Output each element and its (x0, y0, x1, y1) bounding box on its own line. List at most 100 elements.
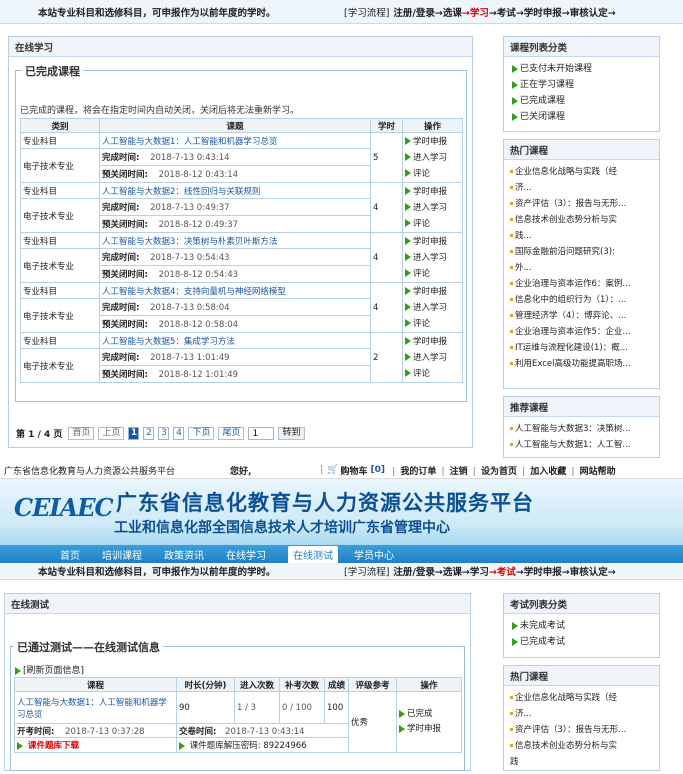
op-0[interactable]: 学时申报 (405, 334, 460, 350)
flow-step[interactable]: →选课 (435, 564, 462, 578)
hot-course-link[interactable]: 外... (510, 260, 653, 276)
category-link[interactable]: 已完成课程 (512, 93, 651, 109)
hot-course-link[interactable]: 国际金融前沿问题研究(3): (510, 244, 653, 260)
op-1[interactable]: 进入学习 (405, 350, 460, 366)
go-button[interactable]: 转到 (278, 427, 305, 440)
flow-step[interactable]: [学习流程] (344, 5, 389, 19)
flow-step[interactable]: →选课 (435, 5, 462, 19)
top-link[interactable]: | 网站帮助 (566, 464, 615, 477)
hot-course-link[interactable]: 资产评估（3）：报告与无形... (510, 722, 653, 738)
op-1[interactable]: 进入学习 (405, 200, 460, 216)
recommended-title: 推荐课程 (504, 397, 659, 417)
hot-course-link[interactable]: 企业信息化战略与实践（经 (510, 690, 653, 706)
op-1[interactable]: 进入学习 (405, 250, 460, 266)
flow-step[interactable]: →学时申报 (516, 5, 562, 19)
hot-course-link[interactable]: IT运维与流程化建设(1)：概... (510, 340, 653, 356)
hot-course-link[interactable]: 济... (510, 180, 653, 196)
hot-course-link[interactable]: 人工智能与大数据3：决策树... (510, 421, 653, 437)
op-0[interactable]: 学时申报 (405, 134, 460, 150)
test-table: 课程 时长(分钟) 进入次数 补考次数 成绩 评级参考 操作 人工智能与大数据1… (14, 677, 462, 753)
nav-item[interactable]: 学员中心 (354, 547, 394, 562)
notice-text-2: 本站专业科目和选修科目，可申报作为以前年度的学时。 (38, 567, 276, 578)
first-page-button[interactable]: 首页 (68, 427, 95, 440)
download-link[interactable]: 课件题库下载 (14, 737, 177, 753)
top-link[interactable]: | 设为首页 (468, 464, 517, 477)
nav-item[interactable]: 培训课程 (102, 547, 142, 562)
hot-course-link[interactable]: 信息技术创业态势分析与实 (510, 738, 653, 754)
op-2[interactable]: 评论 (405, 166, 460, 182)
nav-item[interactable]: 首页 (60, 547, 80, 562)
course-title-link[interactable]: 人工智能与大数据1：人工智能和机器学习总览 (99, 132, 371, 149)
flow-step[interactable]: →审核认定→ (562, 5, 616, 19)
cart-link[interactable]: | 🛒 购物车 [0] (320, 464, 385, 477)
category-link[interactable]: 未完成考试 (512, 618, 651, 634)
flow-step[interactable]: →学习 (462, 5, 489, 19)
op-0[interactable]: 学时申报 (405, 284, 460, 300)
op-2[interactable]: 评论 (405, 216, 460, 232)
hot-course-link[interactable]: 管理经济学（4）：博弈论、... (510, 308, 653, 324)
course-title-link[interactable]: 人工智能与大数据3：决策树与朴素贝叶斯方法 (99, 232, 371, 249)
category-link[interactable]: 已关闭课程 (512, 109, 651, 125)
prev-page-button[interactable]: 上页 (98, 427, 125, 440)
flow-step[interactable]: [学习流程] (344, 564, 389, 578)
flow-step[interactable]: →考试 (489, 564, 516, 578)
hot-course-link[interactable]: 企业治理与资本运作6：案例... (510, 276, 653, 292)
next-page-button[interactable]: 下页 (188, 427, 215, 440)
hot-courses-panel: 热门课程 企业信息化战略与实践（经 济... 资产评估（3）：报告与无形... 信息技… (503, 139, 660, 389)
bullet-icon (510, 362, 513, 365)
hot-course-link[interactable]: 践... (510, 228, 653, 244)
arrow-icon (405, 303, 411, 311)
hot-course-link[interactable]: 企业信息化战略与实践（经 (510, 164, 653, 180)
op-2[interactable]: 评论 (405, 316, 460, 332)
hours-cell: 4 (370, 182, 403, 233)
course-title-link[interactable]: 人工智能与大数据4：支持向量机与神经网络模型 (99, 282, 371, 299)
flow-step[interactable]: →审核认定→ (562, 564, 616, 578)
hot-course-link[interactable]: 人工智能与大数据1：人工智... (510, 437, 653, 453)
flow-step[interactable]: 注册/登录 (393, 564, 434, 578)
completed-link[interactable]: 已完成 (399, 707, 459, 722)
hot-course-link[interactable]: 资产评估（3）：报告与无形... (510, 196, 653, 212)
category-link[interactable]: 正在学习课程 (512, 77, 651, 93)
nav-item[interactable]: 政策资讯 (164, 547, 204, 562)
category-cell: 专业科目 (20, 332, 100, 349)
test-col-score: 成绩 (324, 677, 349, 692)
top-link[interactable]: | 加入收藏 (517, 464, 566, 477)
last-page-button[interactable]: 尾页 (218, 427, 245, 440)
flow-step[interactable]: 注册/登录 (393, 5, 434, 19)
top-link[interactable]: | 我的订单 (387, 464, 436, 477)
category-link[interactable]: 已支付未开始课程 (512, 61, 651, 77)
page-1[interactable]: 1 (128, 427, 140, 440)
flow-step[interactable]: →学习 (462, 564, 489, 578)
page-4[interactable]: 4 (173, 427, 185, 440)
hot-course-link[interactable]: 利用Excel高级功能提高职场... (510, 356, 653, 372)
op-2[interactable]: 评论 (405, 266, 460, 282)
op-2[interactable]: 评论 (405, 366, 460, 382)
top-link[interactable]: | 注销 (436, 464, 467, 477)
flow-step[interactable]: →学时申报 (516, 564, 562, 578)
flow-step[interactable]: →考试 (489, 5, 516, 19)
hot-course-link[interactable]: 企业治理与资本运作5：企业... (510, 324, 653, 340)
test-col-duration: 时长(分钟) (176, 677, 235, 692)
hot-courses-list: 企业信息化战略与实践（经 济... 资产评估（3）：报告与无形... 信息技术创业态势… (504, 160, 659, 376)
op-0[interactable]: 学时申报 (405, 234, 460, 250)
site-topbar: 广东省信息化教育与人力资源公共服务平台 您好, | 🛒 购物车 [0] | 我的订… (0, 462, 683, 479)
page-jump-input[interactable] (248, 427, 275, 440)
category-link[interactable]: 已完成考试 (512, 634, 651, 650)
course-title-link[interactable]: 人工智能与大数据5：集成学习方法 (99, 332, 371, 349)
hot-course-link[interactable]: 践 (510, 754, 653, 770)
hot-course-link[interactable]: 济... (510, 706, 653, 722)
hot-course-link[interactable]: 信息技术创业态势分析与实 (510, 212, 653, 228)
hours-report-link[interactable]: 学时申报 (399, 722, 459, 737)
op-1[interactable]: 进入学习 (405, 150, 460, 166)
page-2[interactable]: 2 (143, 427, 155, 440)
hot-course-link[interactable]: 信息化中的组织行为（1）：... (510, 292, 653, 308)
course-title-link[interactable]: 人工智能与大数据2：线性回归与关联规则 (99, 182, 371, 199)
refresh-link[interactable]: [刷新页面信息] (15, 663, 84, 676)
nav-item[interactable]: 在线学习 (226, 547, 266, 562)
hours-cell: 5 (370, 132, 403, 183)
nav-item[interactable]: 在线测试 (288, 545, 338, 563)
op-1[interactable]: 进入学习 (405, 300, 460, 316)
page-3[interactable]: 3 (158, 427, 170, 440)
auto-close-note: 已完成的课程，将会在指定时间内自动关闭，关闭后将无法重新学习。 (20, 106, 300, 116)
op-0[interactable]: 学时申报 (405, 184, 460, 200)
